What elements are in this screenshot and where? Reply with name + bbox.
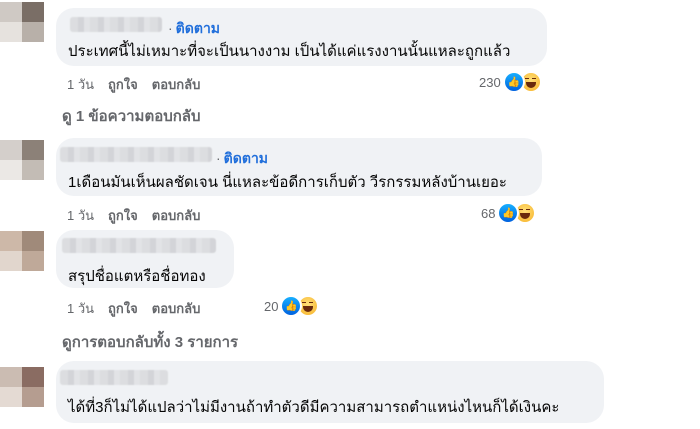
follow-link[interactable]: · ติดตาม [216,148,268,170]
like-button[interactable]: ถูกใจ [108,298,138,319]
reaction-summary[interactable]: 68 👍 [481,202,537,224]
avatar[interactable] [0,231,44,271]
author-name[interactable] [62,238,216,253]
author-name[interactable] [60,147,212,162]
reaction-count: 230 [479,74,501,90]
comment-text: สรุปชื่อแตหรือชื่อทอง [68,268,206,285]
follow-link[interactable]: · ติดตาม [168,18,220,40]
timestamp[interactable]: 1 วัน [67,205,94,226]
comment-actions: 1 วัน ถูกใจ ตอบกลับ [67,74,200,95]
avatar[interactable] [0,367,44,407]
reaction-count: 20 [264,298,279,314]
comment-text: ประเทศนี้ไม่เหมาะที่จะเป็นนางงาม เป็นได้… [68,43,511,60]
comment-bubble: · ติดตาม 1เดือนมันเห็นผลชัดเจน นี่แหละข้อ… [56,138,542,196]
comment-text: 1เดือนมันเห็นผลชัดเจน นี่แหละข้อดีการเก็… [68,174,507,191]
comment-actions: 1 วัน ถูกใจ ตอบกลับ [67,205,200,226]
author-name[interactable] [60,370,168,385]
reply-button[interactable]: ตอบกลับ [152,298,201,319]
author-name[interactable] [70,17,162,32]
like-button[interactable]: ถูกใจ [108,74,138,95]
like-reaction-icon: 👍 [502,71,525,93]
like-button[interactable]: ถูกใจ [108,205,138,226]
reaction-summary[interactable]: 20 👍 [264,295,320,317]
comment-text: ได้ที่3ก็ไม่ได้แปลว่าไม่มีงานถ้าทำตัวดีม… [68,399,560,416]
reply-button[interactable]: ตอบกลับ [152,74,201,95]
view-replies-link[interactable]: ดู 1 ข้อความตอบกลับ [62,104,201,128]
comment-actions: 1 วัน ถูกใจ ตอบกลับ [67,298,200,319]
reply-button[interactable]: ตอบกลับ [152,205,201,226]
timestamp[interactable]: 1 วัน [67,298,94,319]
comment-bubble: ได้ที่3ก็ไม่ได้แปลว่าไม่มีงานถ้าทำตัวดีม… [56,361,604,423]
comment-bubble: · ติดตาม ประเทศนี้ไม่เหมาะที่จะเป็นนางงาม… [56,8,547,66]
reaction-count: 68 [481,205,496,221]
timestamp[interactable]: 1 วัน [67,74,94,95]
reaction-summary[interactable]: 230 👍 [479,71,542,93]
avatar[interactable] [0,140,44,180]
view-replies-link[interactable]: ดูการตอบกลับทั้ง 3 รายการ [62,330,238,354]
comment-bubble: สรุปชื่อแตหรือชื่อทอง [56,230,234,288]
avatar[interactable] [0,2,44,42]
